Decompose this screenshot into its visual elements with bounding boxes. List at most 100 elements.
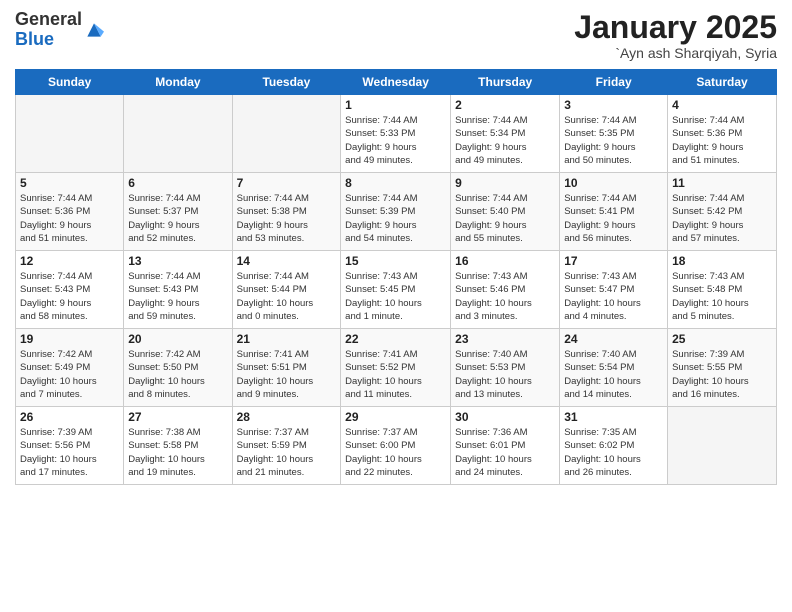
calendar-cell: 11 Sunrise: 7:44 AM Sunset: 5:42 PM Dayli…: [668, 173, 777, 251]
logo-text: General Blue: [15, 10, 104, 50]
day-info: Sunrise: 7:44 AM Sunset: 5:35 PM Dayligh…: [564, 114, 663, 167]
day-number: 11: [672, 176, 772, 190]
month-title: January 2025: [574, 10, 777, 45]
day-number: 18: [672, 254, 772, 268]
calendar-cell: 10 Sunrise: 7:44 AM Sunset: 5:41 PM Dayli…: [560, 173, 668, 251]
day-info: Sunrise: 7:37 AM Sunset: 6:00 PM Dayligh…: [345, 426, 446, 479]
day-number: 9: [455, 176, 555, 190]
day-number: 24: [564, 332, 663, 346]
logo-icon: [84, 20, 104, 40]
calendar-cell: 26Sunrise: 7:39 AM Sunset: 5:56 PM Dayli…: [16, 407, 124, 485]
day-info: Sunrise: 7:36 AM Sunset: 6:01 PM Dayligh…: [455, 426, 555, 479]
day-info: Sunrise: 7:44 AM Sunset: 5:40 PM Dayligh…: [455, 192, 555, 245]
logo: General Blue: [15, 10, 104, 50]
day-number: 4: [672, 98, 772, 112]
day-info: Sunrise: 7:43 AM Sunset: 5:47 PM Dayligh…: [564, 270, 663, 323]
day-number: 25: [672, 332, 772, 346]
calendar-cell: 8 Sunrise: 7:44 AM Sunset: 5:39 PM Daylig…: [341, 173, 451, 251]
week-row-5: 26Sunrise: 7:39 AM Sunset: 5:56 PM Dayli…: [16, 407, 777, 485]
day-info: Sunrise: 7:37 AM Sunset: 5:59 PM Dayligh…: [237, 426, 337, 479]
header-wednesday: Wednesday: [341, 70, 451, 95]
day-number: 12: [20, 254, 119, 268]
day-number: 2: [455, 98, 555, 112]
day-info: Sunrise: 7:43 AM Sunset: 5:48 PM Dayligh…: [672, 270, 772, 323]
calendar-cell: [16, 95, 124, 173]
day-number: 13: [128, 254, 227, 268]
calendar-cell: 15 Sunrise: 7:43 AM Sunset: 5:45 PM Dayli…: [341, 251, 451, 329]
day-info: Sunrise: 7:44 AM Sunset: 5:44 PM Dayligh…: [237, 270, 337, 323]
calendar-cell: 2 Sunrise: 7:44 AM Sunset: 5:34 PM Daylig…: [451, 95, 560, 173]
calendar-cell: 27Sunrise: 7:38 AM Sunset: 5:58 PM Dayli…: [124, 407, 232, 485]
calendar-cell: [668, 407, 777, 485]
day-info: Sunrise: 7:41 AM Sunset: 5:52 PM Dayligh…: [345, 348, 446, 401]
calendar-cell: 30Sunrise: 7:36 AM Sunset: 6:01 PM Dayli…: [451, 407, 560, 485]
day-info: Sunrise: 7:43 AM Sunset: 5:45 PM Dayligh…: [345, 270, 446, 323]
day-info: Sunrise: 7:40 AM Sunset: 5:53 PM Dayligh…: [455, 348, 555, 401]
header-thursday: Thursday: [451, 70, 560, 95]
day-number: 5: [20, 176, 119, 190]
day-info: Sunrise: 7:44 AM Sunset: 5:42 PM Dayligh…: [672, 192, 772, 245]
day-info: Sunrise: 7:44 AM Sunset: 5:38 PM Dayligh…: [237, 192, 337, 245]
calendar-cell: [124, 95, 232, 173]
calendar-cell: 1 Sunrise: 7:44 AM Sunset: 5:33 PM Daylig…: [341, 95, 451, 173]
calendar-cell: 23Sunrise: 7:40 AM Sunset: 5:53 PM Dayli…: [451, 329, 560, 407]
week-row-2: 5 Sunrise: 7:44 AM Sunset: 5:36 PM Daylig…: [16, 173, 777, 251]
calendar-cell: 21 Sunrise: 7:41 AM Sunset: 5:51 PM Dayli…: [232, 329, 341, 407]
calendar-cell: 9 Sunrise: 7:44 AM Sunset: 5:40 PM Daylig…: [451, 173, 560, 251]
day-number: 14: [237, 254, 337, 268]
calendar-cell: 22 Sunrise: 7:41 AM Sunset: 5:52 PM Dayli…: [341, 329, 451, 407]
calendar-cell: 12 Sunrise: 7:44 AM Sunset: 5:43 PM Dayli…: [16, 251, 124, 329]
day-info: Sunrise: 7:40 AM Sunset: 5:54 PM Dayligh…: [564, 348, 663, 401]
day-number: 16: [455, 254, 555, 268]
day-info: Sunrise: 7:41 AM Sunset: 5:51 PM Dayligh…: [237, 348, 337, 401]
title-section: January 2025 `Ayn ash Sharqiyah, Syria: [574, 10, 777, 61]
calendar-cell: 14 Sunrise: 7:44 AM Sunset: 5:44 PM Dayli…: [232, 251, 341, 329]
calendar-cell: 20Sunrise: 7:42 AM Sunset: 5:50 PM Dayli…: [124, 329, 232, 407]
day-number: 10: [564, 176, 663, 190]
day-info: Sunrise: 7:44 AM Sunset: 5:36 PM Dayligh…: [20, 192, 119, 245]
day-info: Sunrise: 7:42 AM Sunset: 5:49 PM Dayligh…: [20, 348, 119, 401]
calendar-cell: 24 Sunrise: 7:40 AM Sunset: 5:54 PM Dayli…: [560, 329, 668, 407]
header-sunday: Sunday: [16, 70, 124, 95]
day-number: 3: [564, 98, 663, 112]
calendar-header-row: Sunday Monday Tuesday Wednesday Thursday…: [16, 70, 777, 95]
day-info: Sunrise: 7:44 AM Sunset: 5:33 PM Dayligh…: [345, 114, 446, 167]
header-monday: Monday: [124, 70, 232, 95]
logo-blue-text: Blue: [15, 29, 54, 49]
day-info: Sunrise: 7:44 AM Sunset: 5:34 PM Dayligh…: [455, 114, 555, 167]
header: General Blue January 2025 `Ayn ash Sharq…: [15, 10, 777, 61]
calendar-cell: 3 Sunrise: 7:44 AM Sunset: 5:35 PM Daylig…: [560, 95, 668, 173]
calendar-cell: 31 Sunrise: 7:35 AM Sunset: 6:02 PM Dayli…: [560, 407, 668, 485]
day-number: 1: [345, 98, 446, 112]
calendar-cell: 4 Sunrise: 7:44 AM Sunset: 5:36 PM Daylig…: [668, 95, 777, 173]
day-number: 21: [237, 332, 337, 346]
day-number: 29: [345, 410, 446, 424]
day-number: 8: [345, 176, 446, 190]
day-info: Sunrise: 7:44 AM Sunset: 5:43 PM Dayligh…: [20, 270, 119, 323]
calendar-cell: 29 Sunrise: 7:37 AM Sunset: 6:00 PM Dayli…: [341, 407, 451, 485]
day-info: Sunrise: 7:44 AM Sunset: 5:37 PM Dayligh…: [128, 192, 227, 245]
calendar-cell: [232, 95, 341, 173]
week-row-1: 1 Sunrise: 7:44 AM Sunset: 5:33 PM Daylig…: [16, 95, 777, 173]
calendar-cell: 13Sunrise: 7:44 AM Sunset: 5:43 PM Dayli…: [124, 251, 232, 329]
day-number: 20: [128, 332, 227, 346]
day-number: 27: [128, 410, 227, 424]
week-row-4: 19Sunrise: 7:42 AM Sunset: 5:49 PM Dayli…: [16, 329, 777, 407]
day-info: Sunrise: 7:39 AM Sunset: 5:55 PM Dayligh…: [672, 348, 772, 401]
logo-general-text: General: [15, 9, 82, 29]
day-info: Sunrise: 7:44 AM Sunset: 5:41 PM Dayligh…: [564, 192, 663, 245]
day-number: 15: [345, 254, 446, 268]
header-saturday: Saturday: [668, 70, 777, 95]
day-info: Sunrise: 7:44 AM Sunset: 5:39 PM Dayligh…: [345, 192, 446, 245]
day-info: Sunrise: 7:44 AM Sunset: 5:36 PM Dayligh…: [672, 114, 772, 167]
calendar-cell: 6Sunrise: 7:44 AM Sunset: 5:37 PM Daylig…: [124, 173, 232, 251]
calendar-cell: 19Sunrise: 7:42 AM Sunset: 5:49 PM Dayli…: [16, 329, 124, 407]
header-tuesday: Tuesday: [232, 70, 341, 95]
day-number: 28: [237, 410, 337, 424]
day-info: Sunrise: 7:35 AM Sunset: 6:02 PM Dayligh…: [564, 426, 663, 479]
location-subtitle: `Ayn ash Sharqiyah, Syria: [574, 45, 777, 61]
calendar-cell: 5 Sunrise: 7:44 AM Sunset: 5:36 PM Daylig…: [16, 173, 124, 251]
day-number: 22: [345, 332, 446, 346]
day-number: 31: [564, 410, 663, 424]
calendar-table: Sunday Monday Tuesday Wednesday Thursday…: [15, 69, 777, 485]
